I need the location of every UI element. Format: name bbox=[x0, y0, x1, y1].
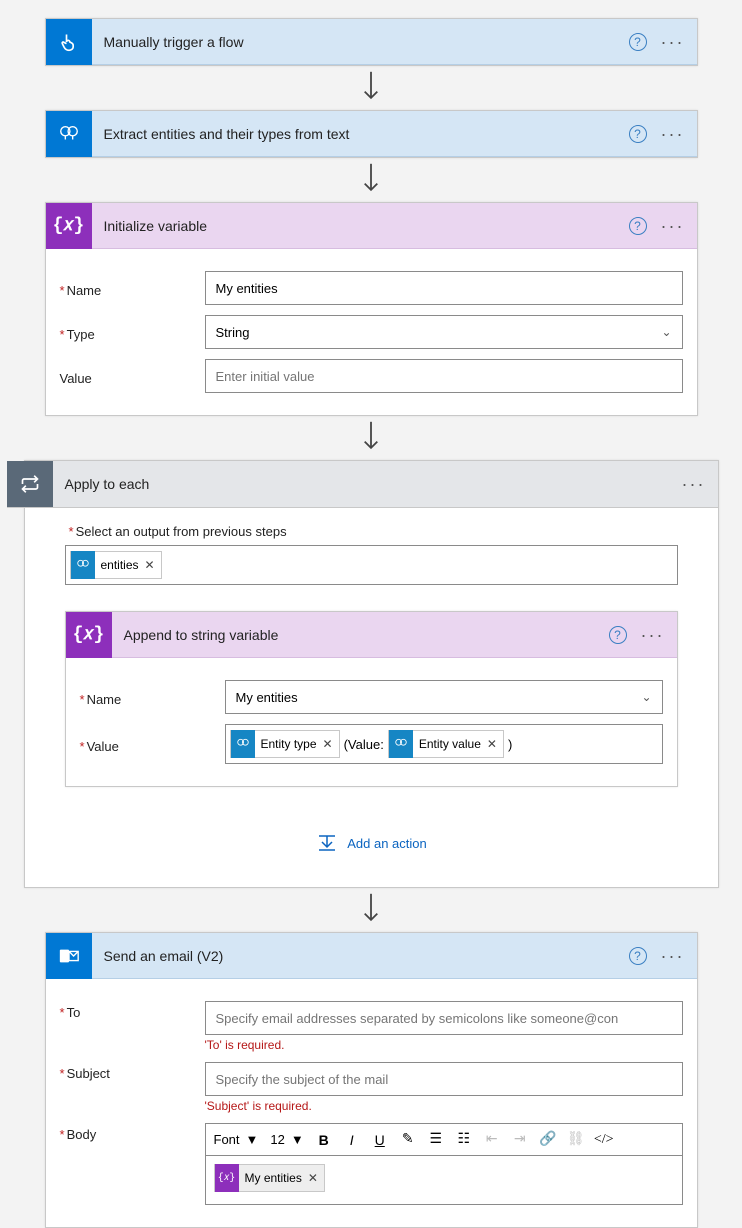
more-icon[interactable]: ··· bbox=[682, 479, 706, 489]
touch-icon bbox=[46, 19, 92, 65]
name-value: My entities bbox=[236, 690, 298, 705]
more-icon[interactable]: ··· bbox=[641, 630, 665, 640]
outdent-button[interactable]: ⇤ bbox=[480, 1128, 504, 1152]
help-icon[interactable]: ? bbox=[629, 217, 647, 235]
chevron-down-icon: ⌄ bbox=[641, 690, 651, 704]
add-action-label: Add an action bbox=[347, 836, 427, 851]
loop-icon bbox=[7, 461, 53, 507]
type-value: String bbox=[216, 325, 250, 340]
body-editor[interactable]: {𝑥} My entities ✕ bbox=[205, 1155, 683, 1205]
body-label: Body bbox=[60, 1123, 205, 1142]
entities-icon bbox=[71, 551, 95, 579]
step-title: Manually trigger a flow bbox=[92, 34, 629, 50]
name-label: Name bbox=[60, 279, 205, 298]
token-remove-icon[interactable]: ✕ bbox=[145, 558, 155, 572]
svg-text:O: O bbox=[60, 951, 67, 961]
subject-label: Subject bbox=[60, 1062, 205, 1081]
value-input[interactable] bbox=[205, 359, 683, 393]
literal-text: (Value: bbox=[344, 737, 384, 752]
token-entity-value[interactable]: Entity value ✕ bbox=[388, 730, 504, 758]
subject-input[interactable] bbox=[205, 1062, 683, 1096]
help-icon[interactable]: ? bbox=[629, 947, 647, 965]
token-label: Entity type bbox=[261, 737, 317, 751]
subject-error: 'Subject' is required. bbox=[205, 1099, 683, 1113]
step-header[interactable]: O Send an email (V2) ? ··· bbox=[46, 933, 697, 979]
more-icon[interactable]: ··· bbox=[661, 37, 685, 47]
name-label: Name bbox=[80, 688, 225, 707]
step-title: Initialize variable bbox=[92, 218, 629, 234]
token-remove-icon[interactable]: ✕ bbox=[323, 737, 333, 751]
help-icon[interactable]: ? bbox=[629, 125, 647, 143]
arrow-icon bbox=[360, 416, 382, 460]
arrow-icon bbox=[360, 888, 382, 932]
brain-icon bbox=[46, 111, 92, 157]
step-append-string: {𝑥} Append to string variable ? ··· Name… bbox=[65, 611, 678, 787]
help-icon[interactable]: ? bbox=[629, 33, 647, 51]
variable-icon: {𝑥} bbox=[66, 612, 112, 658]
value-label: Value bbox=[80, 735, 225, 754]
more-icon[interactable]: ··· bbox=[661, 221, 685, 231]
select-output-input[interactable]: entities ✕ bbox=[65, 545, 678, 585]
value-label: Value bbox=[60, 367, 205, 386]
more-icon[interactable]: ··· bbox=[661, 129, 685, 139]
link-button[interactable]: 🔗 bbox=[536, 1128, 560, 1152]
step-title: Append to string variable bbox=[112, 627, 609, 643]
color-button[interactable]: ✎ bbox=[396, 1128, 420, 1152]
token-entity-type[interactable]: Entity type ✕ bbox=[230, 730, 340, 758]
underline-button[interactable]: U bbox=[368, 1128, 392, 1152]
token-label: My entities bbox=[245, 1171, 302, 1185]
step-title: Send an email (V2) bbox=[92, 948, 629, 964]
step-initialize-variable: {𝑥} Initialize variable ? ··· Name Type … bbox=[45, 202, 698, 416]
token-remove-icon[interactable]: ✕ bbox=[308, 1171, 318, 1185]
select-output-label: Select an output from previous steps bbox=[69, 524, 678, 539]
entity-type-icon bbox=[231, 730, 255, 758]
token-label: Entity value bbox=[419, 737, 481, 751]
token-label: entities bbox=[101, 558, 139, 572]
step-apply-to-each: Apply to each ··· Select an output from … bbox=[24, 460, 719, 888]
step-extract[interactable]: Extract entities and their types from te… bbox=[45, 110, 698, 158]
to-label: To bbox=[60, 1001, 205, 1020]
unlink-button[interactable]: ⛓ bbox=[564, 1128, 588, 1152]
value-input[interactable]: Entity type ✕ (Value: Entity value ✕ bbox=[225, 724, 663, 764]
token-my-entities[interactable]: {𝑥} My entities ✕ bbox=[214, 1164, 325, 1192]
to-input[interactable] bbox=[205, 1001, 683, 1035]
token-remove-icon[interactable]: ✕ bbox=[487, 737, 497, 751]
step-header[interactable]: {𝑥} Initialize variable ? ··· bbox=[46, 203, 697, 249]
variable-icon: {𝑥} bbox=[46, 203, 92, 249]
font-select[interactable]: Font▼ bbox=[210, 1128, 263, 1152]
step-title: Extract entities and their types from te… bbox=[92, 126, 629, 142]
step-header[interactable]: {𝑥} Append to string variable ? ··· bbox=[66, 612, 677, 658]
variable-icon: {𝑥} bbox=[215, 1164, 239, 1192]
indent-button[interactable]: ⇥ bbox=[508, 1128, 532, 1152]
name-select[interactable]: My entities ⌄ bbox=[225, 680, 663, 714]
step-title: Apply to each bbox=[53, 476, 682, 492]
chevron-down-icon: ⌄ bbox=[661, 325, 671, 339]
type-select[interactable]: String ⌄ bbox=[205, 315, 683, 349]
more-icon[interactable]: ··· bbox=[661, 951, 685, 961]
add-action-icon bbox=[315, 833, 339, 853]
step-send-email: O Send an email (V2) ? ··· To 'To' is re… bbox=[45, 932, 698, 1228]
add-action-button[interactable]: Add an action bbox=[65, 833, 678, 853]
size-select[interactable]: 12▼ bbox=[266, 1128, 307, 1152]
to-error: 'To' is required. bbox=[205, 1038, 683, 1052]
code-view-button[interactable]: </> bbox=[592, 1128, 616, 1152]
token-entities[interactable]: entities ✕ bbox=[70, 551, 162, 579]
bold-button[interactable]: B bbox=[312, 1128, 336, 1152]
arrow-icon bbox=[360, 158, 382, 202]
name-input[interactable] bbox=[205, 271, 683, 305]
numbering-button[interactable]: ☷ bbox=[452, 1128, 476, 1152]
entity-value-icon bbox=[389, 730, 413, 758]
type-label: Type bbox=[60, 323, 205, 342]
literal-text: ) bbox=[508, 737, 512, 752]
outlook-icon: O bbox=[46, 933, 92, 979]
bullets-button[interactable]: ☰ bbox=[424, 1128, 448, 1152]
italic-button[interactable]: I bbox=[340, 1128, 364, 1152]
step-trigger[interactable]: Manually trigger a flow ? ··· bbox=[45, 18, 698, 66]
arrow-icon bbox=[360, 66, 382, 110]
help-icon[interactable]: ? bbox=[609, 626, 627, 644]
rich-text-toolbar: Font▼ 12▼ B I U ✎ ☰ ☷ ⇤ ⇥ 🔗 ⛓ </> bbox=[205, 1123, 683, 1155]
